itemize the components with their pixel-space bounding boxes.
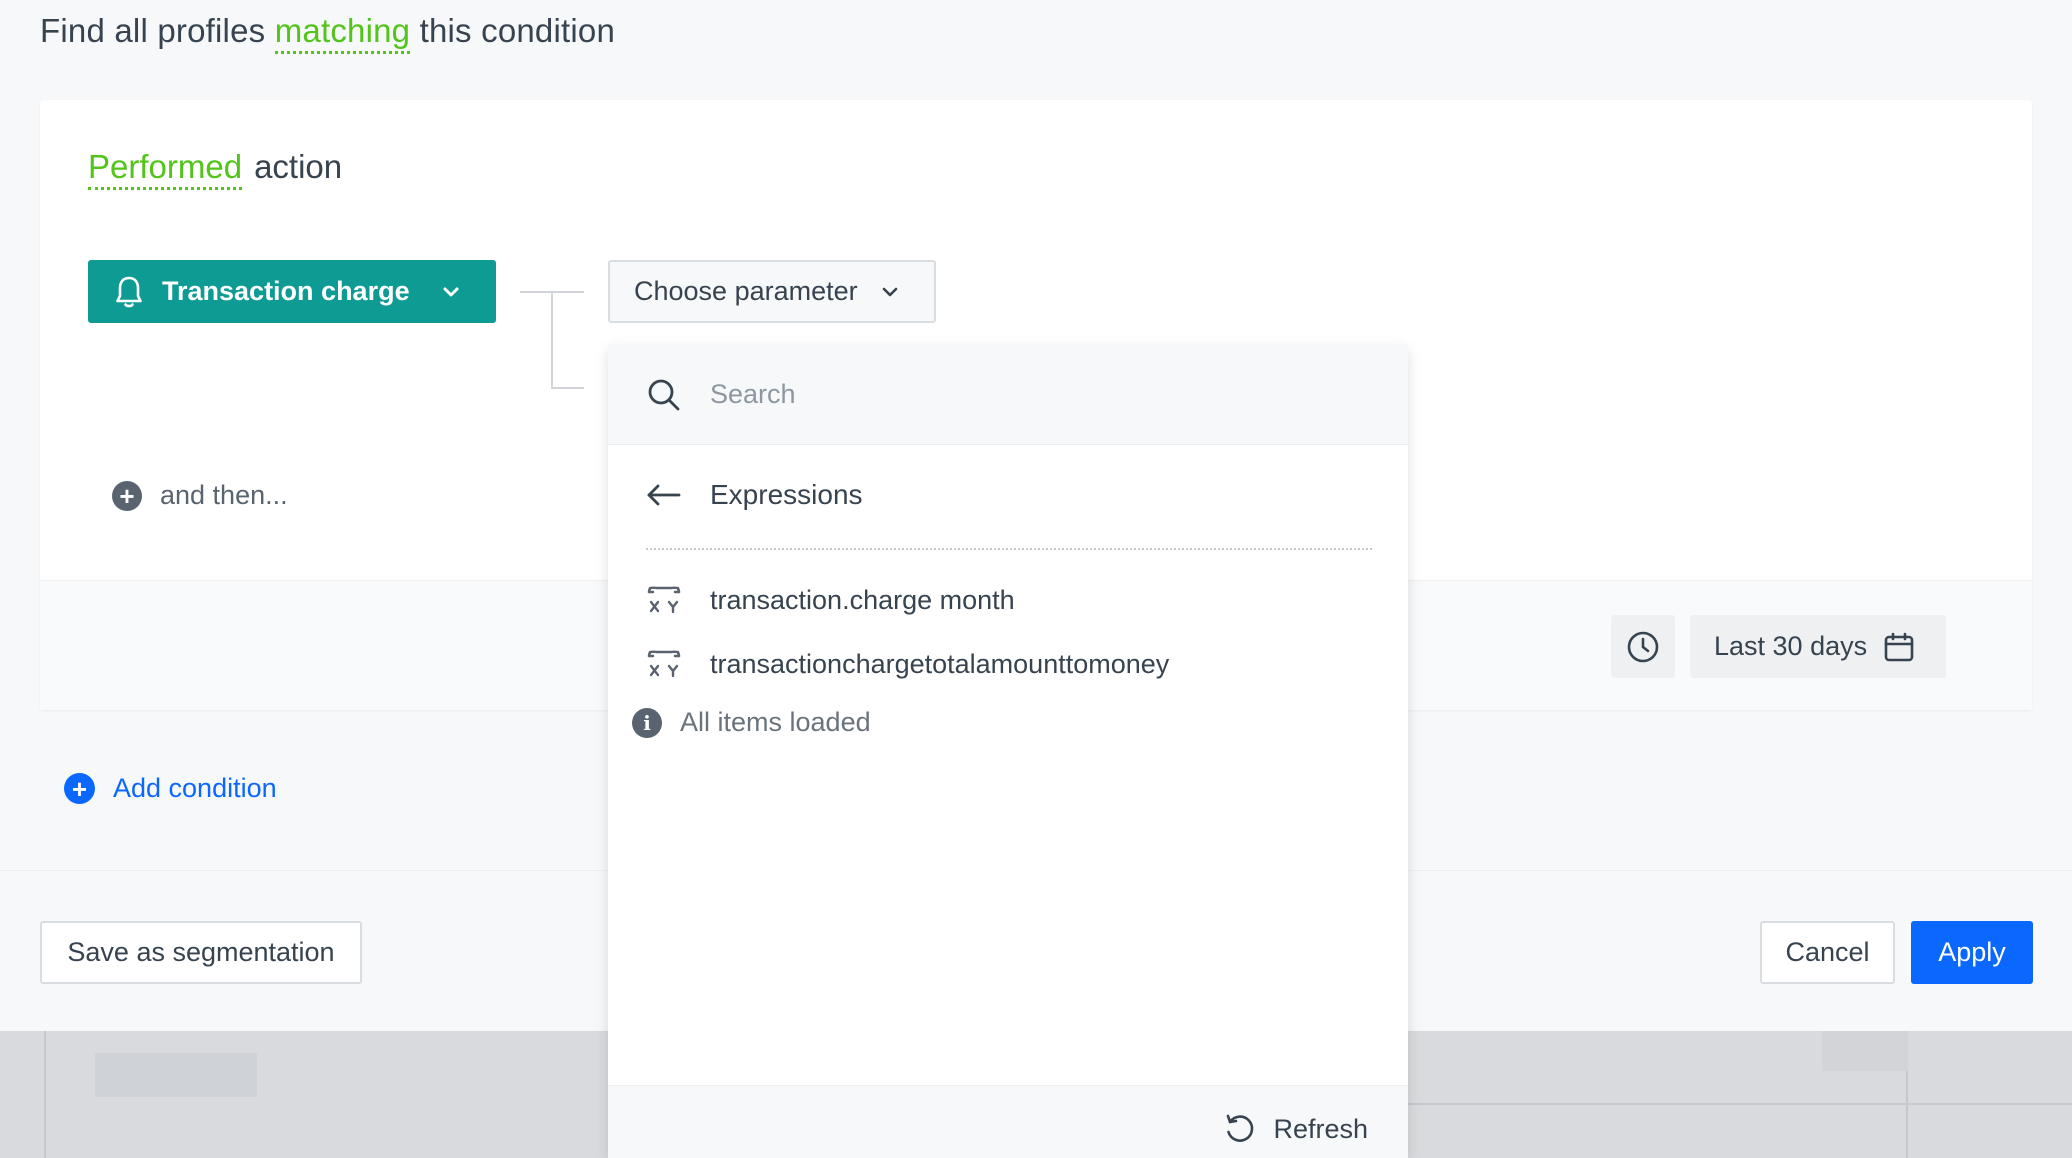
refresh-button[interactable]: Refresh [1223,1112,1368,1146]
bell-icon [116,276,142,307]
and-then-label: and then... [160,480,288,510]
plus-circle-icon: + [64,773,95,804]
chevron-down-icon [443,287,459,296]
choose-parameter-label: Choose parameter [634,276,858,306]
clock-icon [1627,631,1659,662]
connector-line [551,291,553,389]
category-label: Expressions [710,479,863,510]
time-mode-button[interactable] [1611,615,1675,678]
apply-button[interactable]: Apply [1911,921,2033,984]
expression-xy-icon [647,650,681,678]
info-icon: i [632,707,662,738]
cancel-button[interactable]: Cancel [1760,921,1895,984]
back-to-categories-button[interactable]: Expressions [646,465,1366,525]
event-select-label: Transaction charge [162,276,410,306]
background-divider [44,1031,46,1158]
add-condition-label: Add condition [113,773,277,803]
list-item[interactable]: transaction.charge month [646,570,1372,630]
choose-parameter-button[interactable]: Choose parameter [608,260,936,323]
background-divider [1408,1103,2072,1105]
dropdown-status: i All items loaded [632,707,871,738]
dropdown-search-bar [608,345,1408,445]
date-range-button[interactable]: Last 30 days [1690,615,1946,678]
background-placeholder [95,1053,257,1097]
chevron-down-icon [882,287,897,296]
dropdown-search-input[interactable] [710,379,1310,410]
connector-line [551,387,584,389]
arrow-left-icon [647,484,681,506]
search-icon [648,379,680,410]
add-condition-button[interactable]: + Add condition [64,773,277,804]
dropdown-separator [646,548,1372,550]
heading-suffix: this condition [419,12,616,49]
refresh-icon [1227,1114,1254,1142]
list-item-label: transaction.charge month [710,584,1015,615]
condition-title: Performed action [88,148,343,190]
plus-circle-icon: + [112,480,142,511]
refresh-label: Refresh [1273,1113,1368,1144]
match-mode-toggle[interactable]: matching [274,12,411,54]
date-range-label: Last 30 days [1714,631,1868,661]
list-item-label: transactionchargetotalamounttomoney [710,648,1170,679]
list-item[interactable]: transactionchargetotalamounttomoney [646,634,1372,694]
condition-type: action [254,148,343,185]
dropdown-footer: Refresh [608,1085,1408,1158]
save-as-segmentation-button[interactable]: Save as segmentation [40,921,362,984]
segmentation-editor: Find all profiles matching this conditio… [0,0,2072,1158]
dropdown-status-label: All items loaded [680,707,871,737]
and-then-button[interactable]: + and then... [112,480,288,511]
page-heading: Find all profiles matching this conditio… [40,12,616,54]
event-select-button[interactable]: Transaction charge [88,260,496,323]
expression-xy-icon [647,586,681,614]
background-placeholder [1822,1031,1908,1071]
condition-mode-toggle[interactable]: Performed [88,148,243,190]
heading-prefix: Find all profiles [40,12,266,49]
calendar-icon [1884,632,1914,661]
parameter-dropdown: Expressions transaction.charge month tra… [608,345,1408,1158]
